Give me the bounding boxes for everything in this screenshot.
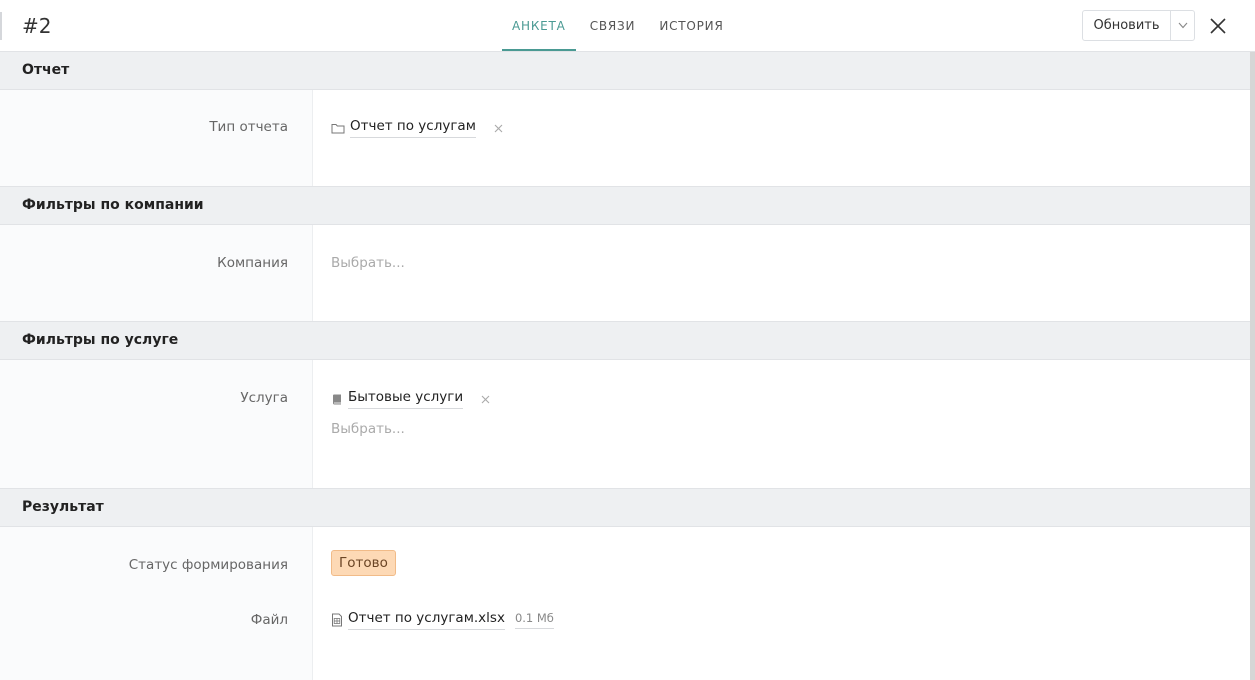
scrollbar[interactable] bbox=[1250, 52, 1255, 680]
header-divider bbox=[0, 12, 2, 40]
update-dropdown-button[interactable] bbox=[1171, 11, 1194, 40]
label-column bbox=[0, 225, 313, 321]
report-type-value: Отчет по услугам bbox=[350, 118, 476, 138]
section-body-result: Статус формирования Готово Файл Отчет по… bbox=[0, 527, 1250, 680]
record-window: #2 АНКЕТА СВЯЗИ ИСТОРИЯ Обновить Отчет Т… bbox=[0, 0, 1255, 680]
report-type-label: Тип отчета bbox=[209, 119, 288, 135]
section-header-report: Отчет bbox=[0, 52, 1250, 90]
service-chip[interactable]: Бытовые услуги bbox=[331, 389, 490, 409]
tab-links[interactable]: СВЯЗИ bbox=[578, 0, 648, 52]
label-column bbox=[0, 360, 313, 488]
file-field: Отчет по услугам.xlsx 0.1 Мб bbox=[331, 610, 554, 630]
file-icon bbox=[331, 613, 343, 627]
service-value: Бытовые услуги bbox=[348, 389, 464, 409]
file-size: 0.1 Мб bbox=[514, 611, 554, 629]
file-link[interactable]: Отчет по услугам.xlsx bbox=[348, 610, 505, 630]
tab-history[interactable]: ИСТОРИЯ bbox=[647, 0, 735, 52]
report-type-chip[interactable]: Отчет по услугам bbox=[331, 118, 503, 138]
form-content: Отчет Тип отчета Отчет по услугам Фильтр… bbox=[0, 52, 1255, 680]
tab-bar: АНКЕТА СВЯЗИ ИСТОРИЯ bbox=[500, 0, 736, 52]
section-header-company-filters: Фильтры по компании bbox=[0, 187, 1250, 225]
section-header-result: Результат bbox=[0, 489, 1250, 527]
remove-icon bbox=[481, 395, 490, 403]
company-select[interactable]: Выбрать... bbox=[331, 255, 405, 271]
remove-report-type-button[interactable] bbox=[494, 124, 503, 133]
header: #2 АНКЕТА СВЯЗИ ИСТОРИЯ Обновить bbox=[0, 0, 1255, 52]
close-button[interactable] bbox=[1206, 14, 1230, 38]
update-button-group: Обновить bbox=[1082, 10, 1195, 41]
book-icon bbox=[331, 393, 343, 406]
update-button[interactable]: Обновить bbox=[1083, 11, 1171, 40]
company-label: Компания bbox=[217, 255, 288, 271]
status-label: Статус формирования bbox=[128, 557, 288, 573]
label-column bbox=[0, 90, 313, 186]
file-label: Файл bbox=[250, 612, 288, 628]
section-body-report: Тип отчета Отчет по услугам bbox=[0, 90, 1250, 187]
label-column bbox=[0, 527, 313, 680]
service-label: Услуга bbox=[240, 390, 288, 406]
remove-icon bbox=[494, 124, 503, 132]
chevron-down-icon bbox=[1178, 22, 1187, 29]
record-id: #2 bbox=[22, 14, 52, 38]
section-body-company-filters: Компания Выбрать... bbox=[0, 225, 1250, 322]
remove-service-button[interactable] bbox=[481, 395, 490, 404]
section-header-service-filters: Фильтры по услуге bbox=[0, 322, 1250, 360]
status-badge: Готово bbox=[331, 550, 396, 576]
folder-icon bbox=[331, 122, 345, 134]
close-icon bbox=[1210, 18, 1226, 34]
status-field: Готово bbox=[331, 550, 396, 576]
section-body-service-filters: Услуга Бытовые услуги Выбрать... bbox=[0, 360, 1250, 489]
service-select[interactable]: Выбрать... bbox=[331, 421, 405, 437]
tab-anketa[interactable]: АНКЕТА bbox=[500, 0, 578, 52]
